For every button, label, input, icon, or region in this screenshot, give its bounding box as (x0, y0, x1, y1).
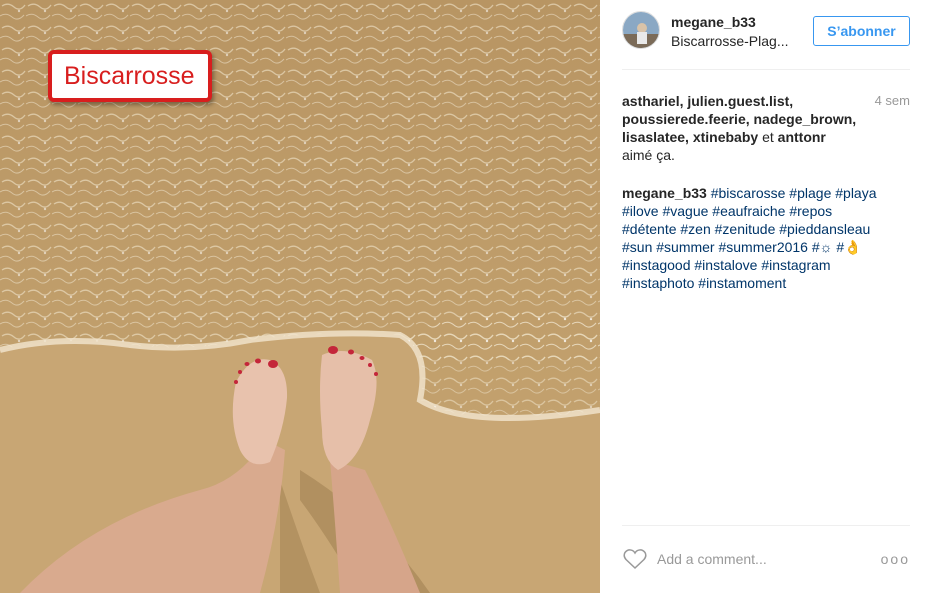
comment-bar: Add a comment... ooo (622, 525, 910, 594)
likers-line-1[interactable]: asthariel, julien.guest.list, (622, 93, 793, 109)
post-header: megane_b33 Biscarrosse-Plag... S’abonner (622, 11, 910, 70)
annotation-text: Biscarrosse (64, 61, 195, 90)
post-photo: Biscarrosse (0, 0, 600, 593)
hashtags-line-2[interactable]: #ilove #vague #eaufraiche #repos (622, 202, 910, 220)
likers-line-3-b[interactable]: anttonr (778, 129, 826, 145)
likers-conjunction: et (758, 129, 778, 145)
likers-line-3-a[interactable]: lisaslatee, xtinebaby (622, 129, 758, 145)
likes-suffix: aimé ça. (622, 147, 675, 163)
add-comment-input[interactable]: Add a comment... (657, 551, 767, 567)
hashtags-line-5[interactable]: #instagood #instalove #instagram (622, 256, 910, 274)
post-caption: megane_b33 #biscarosse #plage #playa #il… (622, 184, 910, 292)
username-link[interactable]: megane_b33 (671, 14, 756, 30)
follow-button[interactable]: S’abonner (813, 16, 910, 46)
caption-username[interactable]: megane_b33 (622, 185, 707, 201)
post-timestamp[interactable]: 4 sem (875, 92, 910, 110)
more-options-icon[interactable]: ooo (881, 551, 910, 567)
avatar-image (623, 12, 659, 48)
likes-section: 4 sem asthariel, julien.guest.list, pous… (622, 92, 910, 164)
heart-icon[interactable] (623, 548, 647, 570)
avatar[interactable] (622, 11, 660, 49)
location-annotation-label: Biscarrosse (48, 50, 212, 102)
likers-line-2[interactable]: poussierede.feerie, nadege_brown, (622, 111, 856, 127)
hashtags-line-6[interactable]: #instaphoto #instamoment (622, 274, 910, 292)
hashtags-line-4[interactable]: #sun #summer #summer2016 #☼ #👌 (622, 238, 910, 256)
post-details-panel: megane_b33 Biscarrosse-Plag... S’abonner… (600, 0, 925, 593)
location-link[interactable]: Biscarrosse-Plag... (671, 33, 788, 49)
hashtags-line-1[interactable]: #biscarosse #plage #playa (711, 185, 877, 201)
hashtags-line-3[interactable]: #détente #zen #zenitude #pieddansleau (622, 220, 910, 238)
